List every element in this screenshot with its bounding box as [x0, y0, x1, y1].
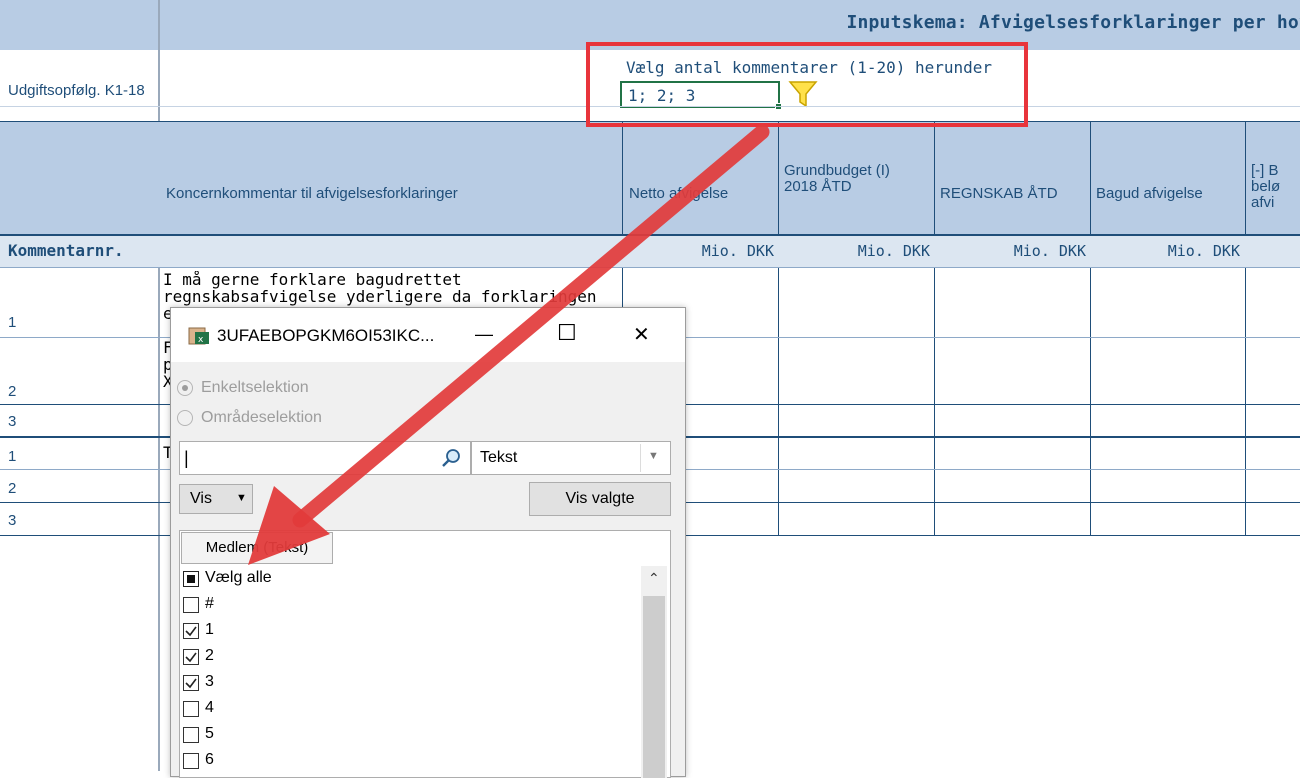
arrow-annotation	[248, 124, 770, 565]
